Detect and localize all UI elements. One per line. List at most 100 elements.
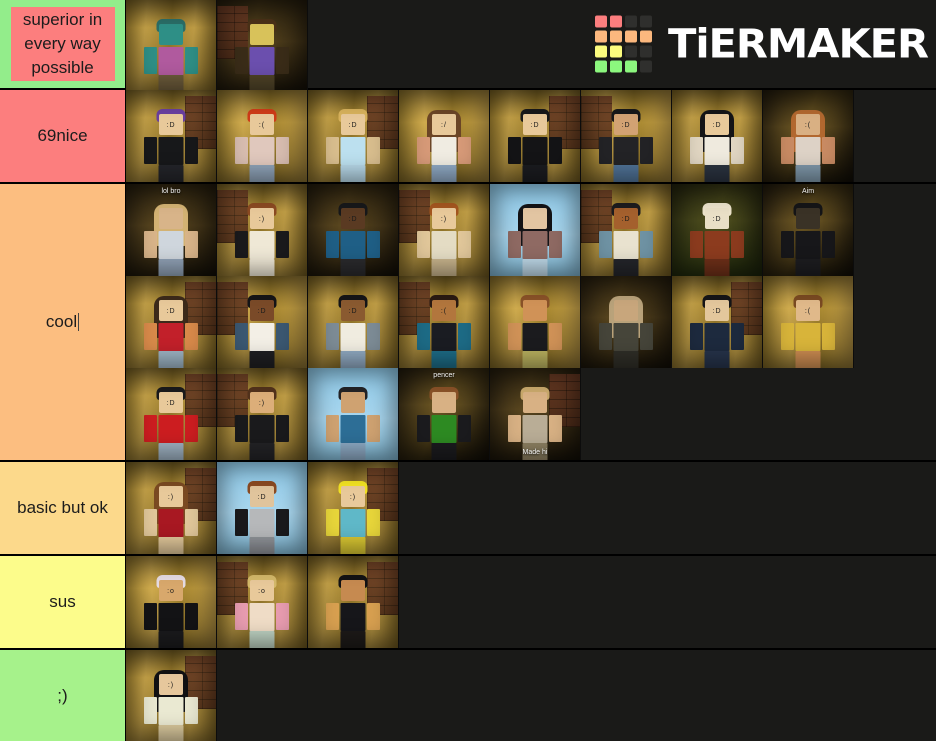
avatar-arm-left [144, 414, 157, 442]
avatar-face: :) [167, 493, 175, 501]
tier-item-long-black-hair-sky-avatar[interactable] [490, 184, 581, 276]
tier-item-white-shirt-denim-avatar[interactable]: :D [217, 276, 308, 368]
tier-item-white-hood-patterned-avatar[interactable]: :D [672, 184, 763, 276]
avatar-torso [340, 602, 366, 631]
avatar-torso [795, 136, 821, 165]
tier-item-red-pattern-sweater-avatar[interactable]: :D [126, 368, 217, 460]
avatar-arm-right [458, 230, 471, 258]
tier-item-teal-jacket-avatar[interactable]: :( [399, 276, 490, 368]
tier-item-pink-jacket-blonde-avatar[interactable]: :o [217, 556, 308, 648]
avatar-face: :D [166, 307, 176, 315]
tier-item-glasses-suspenders-avatar[interactable]: :) [217, 184, 308, 276]
tier-item-black-hair-dark-dress-avatar[interactable] [308, 556, 399, 648]
tier-item-black-jacket-avatar[interactable]: :D [490, 90, 581, 182]
tier-label-cell-superior[interactable]: superior in every way possible [0, 0, 126, 88]
avatar-figure: :) [142, 669, 200, 741]
avatar-torso [522, 322, 548, 351]
tier-item-denim-jacket-avatar[interactable]: :D [581, 184, 672, 276]
tier-item-updo-brown-hair-avatar[interactable] [490, 276, 581, 368]
tier-item-cream-tee-avatar[interactable]: :) [399, 184, 490, 276]
avatar-arm-right [640, 322, 653, 350]
avatar-arm-right [276, 230, 289, 258]
tier-item-white-hair-black-hoodie-avatar[interactable]: :o [126, 556, 217, 648]
avatar-figure: :D [688, 294, 746, 368]
avatar-arm-left [326, 602, 339, 630]
tier-item-red-buns-avatar[interactable]: :( [217, 90, 308, 182]
tier-row-tier-b: cool lol bro:):D:):D:D Aim:D:D:D:(:D:(:D:)… [0, 184, 936, 462]
avatar-arm-right [731, 136, 744, 164]
avatar-torso [158, 414, 184, 443]
tier-items-tier-e[interactable]: :) [126, 650, 936, 741]
avatar-torso [158, 136, 184, 165]
tier-item-brown-hair-crop-avatar[interactable]: :/ [399, 90, 490, 182]
tier-items-tier-a[interactable]: :D:(:D:/:D:D:D:( [126, 90, 936, 182]
avatar-legs [795, 258, 821, 276]
avatar-face: :D [712, 215, 722, 223]
avatar-arm-left [508, 136, 521, 164]
tier-item-cowboy-hat-avatar[interactable] [217, 0, 308, 92]
tier-items-tier-d[interactable]: :o:o [126, 556, 936, 648]
avatar-face: :( [440, 307, 448, 315]
tier-item-blurry-dress-avatar[interactable] [581, 276, 672, 368]
tier-item-fish-head-avatar[interactable] [126, 0, 217, 92]
avatar-torso [431, 230, 457, 259]
avatar-face: :D [257, 493, 267, 501]
avatar-arm-right [276, 136, 289, 164]
avatar-figure: :) [233, 202, 291, 276]
avatar-legs [158, 536, 184, 554]
tier-row-tier-e: ;):) [0, 650, 936, 741]
avatar-head [614, 299, 638, 321]
avatar-torso [340, 414, 366, 443]
tier-item-rainbow-hair-avatar[interactable]: :D [126, 90, 217, 182]
tier-item-black-jacket-brick-avatar[interactable]: :) [217, 368, 308, 460]
tier-item-red-striped-overalls-avatar[interactable]: :D [126, 276, 217, 368]
avatar-arm-right [822, 230, 835, 258]
avatar-arm-right [185, 46, 198, 74]
avatar-arm-left [144, 602, 157, 630]
tier-label-tier-c[interactable]: basic but ok [0, 462, 126, 554]
tier-item-made-hi-overlay-avatar[interactable]: Made hi [490, 368, 581, 460]
avatar-torso [340, 508, 366, 537]
tier-item-blonde-blue-shirt-avatar[interactable]: :D [308, 90, 399, 182]
avatar-torso [249, 602, 275, 631]
tier-item-yellow-spiky-hair-avatar[interactable]: :) [308, 462, 399, 554]
avatar-arm-left [144, 230, 157, 258]
tier-item-navy-jacket-avatar[interactable]: :D [672, 276, 763, 368]
tier-label-text: sus [49, 592, 76, 611]
avatar-arm-left [508, 414, 521, 442]
avatar-arm-right [458, 322, 471, 350]
avatar-figure: :) [324, 480, 382, 554]
avatar-torso [249, 414, 275, 443]
tier-item-red-top-ponytail-avatar[interactable]: :) [126, 462, 217, 554]
empty-drop-area[interactable] [308, 0, 936, 88]
tier-label-tier-a[interactable]: 69nice [0, 90, 126, 182]
tier-item-black-bob-skirt-avatar[interactable]: :D [672, 90, 763, 182]
tier-item-grey-apron-glasses-avatar[interactable]: :D [217, 462, 308, 554]
tier-item-dark-hallway-avatar[interactable]: Aim [763, 184, 854, 276]
tier-item-ginger-side-avatar[interactable]: :( [763, 90, 854, 182]
tier-item-dark-shirt-jeans-avatar[interactable]: :D [581, 90, 672, 182]
tier-item-yellow-plaid-avatar[interactable]: :( [763, 276, 854, 368]
avatar-figure: :) [233, 386, 291, 460]
tier-row-tier-d: sus :o:o [0, 556, 936, 650]
tier-label-tier-e[interactable]: ;) [0, 650, 126, 741]
tier-label-tier-d[interactable]: sus [0, 556, 126, 648]
avatar-torso [249, 508, 275, 537]
avatar-face: :D [348, 121, 358, 129]
tier-item-lol-bro-overlay-avatar[interactable]: lol bro [126, 184, 217, 276]
avatar-arm-left [326, 414, 339, 442]
tier-item-mouse-ears-avatar[interactable]: :D [308, 276, 399, 368]
tier-item-blue-floral-sky-avatar[interactable] [308, 368, 399, 460]
tier-label-superior[interactable]: superior in every way possible [10, 7, 115, 81]
tier-item-green-shirt-hall-avatar[interactable]: pencer [399, 368, 490, 460]
avatar-legs [704, 164, 730, 182]
tier-item-blue-floral-shirt-avatar[interactable]: :D [308, 184, 399, 276]
avatar-face: :( [804, 307, 812, 315]
tier-label-tier-b[interactable]: cool [0, 184, 126, 460]
tier-items-tier-c[interactable]: :) :D:) [126, 462, 936, 554]
tier-items-tier-b[interactable]: lol bro:):D:):D:D Aim:D:D:D:(:D:(:D:) penc… [126, 184, 936, 460]
tier-items-superior[interactable] [126, 0, 936, 92]
avatar-torso [158, 696, 184, 725]
avatar-head [432, 391, 456, 413]
tier-item-long-black-hair-white-dress-avatar[interactable]: :) [126, 650, 217, 741]
